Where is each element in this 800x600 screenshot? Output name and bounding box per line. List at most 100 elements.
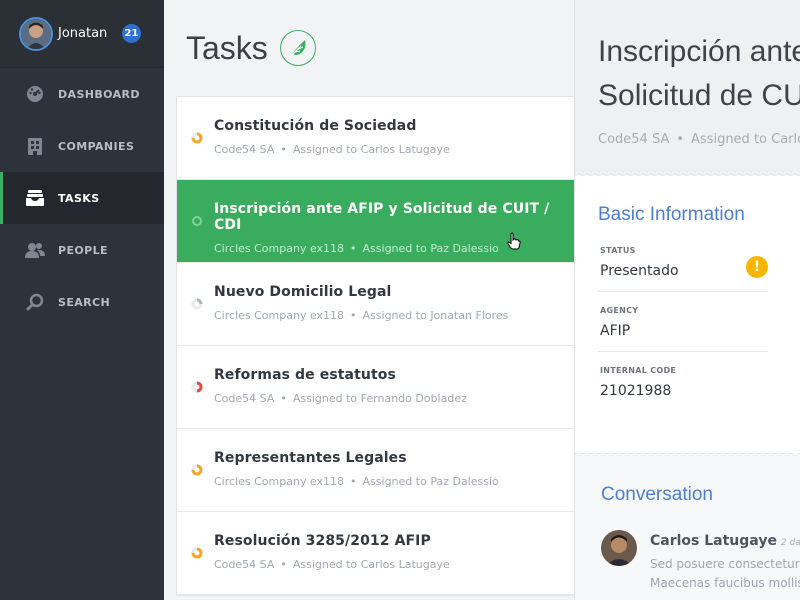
field-label: INTERNAL CODE (600, 366, 677, 375)
section-title: Basic Information (598, 204, 745, 225)
nav-item-search[interactable]: SEARCH (0, 276, 164, 328)
task-meta: Code54 SA • Assigned to Carlos Latugaye (214, 558, 574, 571)
nav-item-tasks[interactable]: TASKS (0, 172, 164, 224)
task-title: Representantes Legales (214, 450, 407, 466)
nav-label: DASHBOARD (58, 87, 140, 101)
progress-ring-icon (192, 216, 202, 226)
user-avatar[interactable] (19, 16, 53, 51)
leaf-icon[interactable] (279, 30, 316, 66)
task-detail-panel: Inscripción ante AFIP y Solicitud de CUI… (574, 0, 800, 600)
notification-badge[interactable]: 21 (122, 24, 141, 43)
detail-meta: Code54 SA • Assigned to Carlos Latugaye (598, 132, 800, 147)
message-text: Sed posuere consectetur est at lobortis.… (650, 555, 800, 593)
warning-icon[interactable]: ! (746, 256, 768, 278)
nav-item-companies[interactable]: COMPANIES (0, 120, 164, 172)
nav-label: SEARCH (58, 295, 111, 309)
task-title: Nuevo Domicilio Legal (214, 284, 392, 300)
detail-title-line-2: Solicitud de CUIT / CDI (598, 79, 800, 112)
basic-information-section: Basic Information STATUS Presentado ! AG… (575, 176, 800, 457)
task-row-selected[interactable]: Inscripción ante AFIP y Solicitud de CUI… (177, 180, 574, 263)
conversation-section: Conversation Carlos Latugaye2 days ago S… (575, 456, 800, 593)
message-line: Sed posuere consectetur est at lobortis. (650, 557, 800, 571)
nav-label: TASKS (58, 191, 100, 205)
internal-code-field: INTERNAL CODE 21021988 (598, 352, 768, 411)
field-value: Presentado (600, 263, 679, 279)
inbox-tray-icon (25, 188, 45, 208)
separator: • (350, 309, 357, 322)
user-name: Jonatan (58, 26, 108, 41)
task-row[interactable]: Reformas de estatutos Code54 SA • Assigned… (177, 346, 574, 429)
task-row[interactable]: Constitución de Sociedad Code54 SA • Assig… (177, 97, 574, 180)
task-list-panel: Tasks Constitución de Sociedad Code54 SA… (164, 0, 574, 600)
nav-item-people[interactable]: PEOPLE (0, 224, 164, 276)
detail-header: Inscripción ante AFIP y Solicitud de CUI… (575, 0, 800, 177)
task-assignee: Assigned to Carlos Latugaye (292, 558, 450, 571)
task-company: Circles Company ex118 (214, 475, 345, 488)
task-row[interactable]: Representantes Legales Circles Company e… (177, 429, 574, 512)
field-label: AGENCY (600, 306, 639, 315)
task-title: Resolución 3285/2012 AFIP (214, 533, 431, 549)
status-field: STATUS Presentado ! (598, 232, 768, 292)
task-assignee: Assigned to Paz Dalessio (362, 475, 499, 488)
task-company: Code54 SA (214, 558, 275, 571)
separator: • (350, 475, 357, 488)
task-title: Reformas de estatutos (214, 367, 396, 383)
task-assignee: Assigned to Paz Dalessio (362, 242, 499, 255)
progress-ring-icon (191, 132, 203, 144)
detail-title: Inscripción ante AFIP y Solicitud de CUI… (598, 30, 800, 118)
task-list: Constitución de Sociedad Code54 SA • Assig… (176, 96, 574, 596)
dashboard-gauge-icon (25, 84, 45, 104)
building-icon (25, 136, 45, 156)
field-list: STATUS Presentado ! AGENCY AFIP INTERNAL… (598, 232, 768, 411)
message-time: 2 days ago (780, 538, 800, 548)
task-row[interactable]: Resolución 3285/2012 AFIP Code54 SA • Assi… (177, 512, 574, 595)
progress-ring-icon (191, 298, 203, 310)
search-icon (25, 292, 45, 312)
task-company: Circles Company ex118 (214, 242, 345, 255)
nav-label: COMPANIES (58, 139, 135, 153)
separator: • (676, 132, 685, 147)
wavy-divider (575, 453, 800, 457)
section-title: Conversation (601, 484, 713, 505)
nav-label: PEOPLE (58, 243, 108, 257)
separator: • (280, 392, 287, 405)
main-nav: DASHBOARD COMPANIES TASKS PEOPLE SEARCH (0, 68, 164, 328)
detail-assignee: Assigned to Carlos Latugaye (691, 132, 800, 147)
separator: • (280, 143, 287, 156)
task-company: Code54 SA (214, 143, 275, 156)
people-icon (25, 240, 45, 260)
task-title: Constitución de Sociedad (214, 118, 417, 134)
message-author[interactable]: Carlos Latugaye (650, 533, 777, 549)
task-meta: Circles Company ex118 • Assigned to Jonata… (214, 309, 574, 322)
sidebar: Jonatan 21 DASHBOARD COMPANIES TASKS PEO… (0, 0, 164, 600)
detail-title-line-1: Inscripción ante AFIP y (598, 35, 800, 68)
nav-item-dashboard[interactable]: DASHBOARD (0, 68, 164, 120)
agency-field: AGENCY AFIP (598, 292, 768, 352)
page-title: Tasks (186, 29, 268, 66)
task-assignee: Assigned to Jonatan Flores (362, 309, 509, 322)
field-value: AFIP (600, 323, 631, 339)
user-profile[interactable]: Jonatan 21 (0, 0, 164, 68)
field-label: STATUS (600, 246, 636, 255)
task-row[interactable]: Nuevo Domicilio Legal Circles Company ex… (177, 263, 574, 346)
message-body: Carlos Latugaye2 days ago Sed posuere co… (650, 530, 800, 593)
message-avatar[interactable] (601, 530, 637, 566)
separator: • (350, 242, 357, 255)
task-company: Code54 SA (214, 392, 275, 405)
task-assignee: Assigned to Carlos Latugaye (292, 143, 450, 156)
detail-company: Code54 SA (598, 132, 670, 147)
separator: • (280, 558, 287, 571)
progress-ring-icon (191, 464, 203, 476)
task-title: Inscripción ante AFIP y Solicitud de CUI… (214, 201, 550, 233)
message: Carlos Latugaye2 days ago Sed posuere co… (601, 530, 800, 593)
task-company: Circles Company ex118 (214, 309, 345, 322)
field-value: 21021988 (600, 383, 672, 399)
progress-ring-icon (191, 381, 203, 393)
task-meta: Code54 SA • Assigned to Carlos Latugaye (214, 143, 574, 156)
hand-cursor-icon (507, 232, 521, 250)
task-meta: Code54 SA • Assigned to Fernando Dobladez (214, 392, 574, 405)
page-header: Tasks (164, 0, 574, 96)
message-line: Maecenas faucibus mollis interdum lorem (650, 576, 800, 590)
task-meta: Circles Company ex118 • Assigned to Paz Da… (214, 475, 574, 488)
progress-ring-icon (191, 547, 203, 559)
